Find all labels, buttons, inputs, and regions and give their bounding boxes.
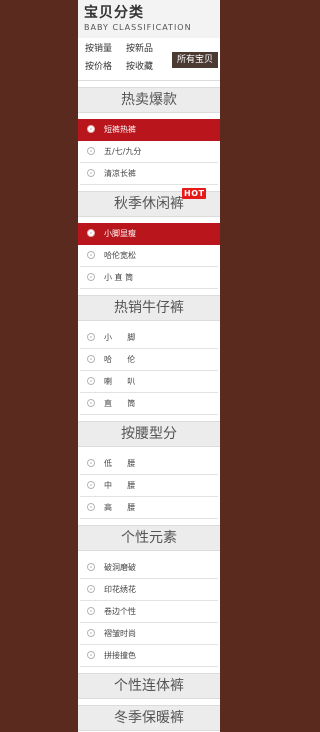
- category-header: 宝贝分类 BABY CLASSIFICATION: [78, 0, 220, 38]
- sort-options: 按销量 按新品 按价格 按收藏 所有宝贝: [78, 38, 220, 81]
- category-item-label: 中 腰: [104, 481, 136, 490]
- category-title: 宝贝分类: [84, 5, 144, 21]
- section-title: 个性连体裤: [114, 678, 184, 694]
- radio-icon: [87, 585, 95, 593]
- sort-by-price-link[interactable]: 按价格: [85, 62, 112, 73]
- radio-icon: [87, 651, 95, 659]
- section-jumpsuits[interactable]: 个性连体裤: [78, 673, 220, 699]
- section-waist-type[interactable]: 按腰型分: [78, 421, 220, 447]
- category-item-label: 短裤热裤: [104, 125, 136, 134]
- category-item-label: 哈伦宽松: [104, 251, 136, 260]
- radio-icon: [87, 503, 95, 511]
- category-item-slim[interactable]: 小脚显瘦: [78, 223, 220, 245]
- category-item-mid-waist[interactable]: 中 腰: [80, 475, 218, 497]
- category-item-label: 喇 叭: [104, 377, 136, 386]
- category-item-label: 拼接撞色: [104, 651, 136, 660]
- section-hot-sellers[interactable]: 热卖爆款: [78, 87, 220, 113]
- radio-icon: [87, 399, 95, 407]
- radio-icon: [87, 459, 95, 467]
- sort-by-favorites-link[interactable]: 按收藏: [126, 62, 153, 73]
- category-item-jeans-harem[interactable]: 哈 伦: [80, 349, 218, 371]
- category-item-harem[interactable]: 哈伦宽松: [80, 245, 218, 267]
- section-autumn-casual[interactable]: 秋季休闲裤 HOT: [78, 188, 220, 217]
- hot-badge: HOT: [182, 188, 207, 199]
- category-item-label: 褶皱时尚: [104, 629, 136, 638]
- category-item-label: 高 腰: [104, 503, 136, 512]
- category-item-label: 直 筒: [104, 399, 136, 408]
- section-title: 个性元素: [121, 530, 177, 546]
- category-item-label: 卷边个性: [104, 607, 136, 616]
- category-item-cuffed[interactable]: 卷边个性: [80, 601, 218, 623]
- category-item-label: 清凉长裤: [104, 169, 136, 178]
- radio-icon: [87, 333, 95, 341]
- category-item-pleated[interactable]: 褶皱时尚: [80, 623, 218, 645]
- all-items-button[interactable]: 所有宝贝: [172, 52, 218, 68]
- category-item-high-waist[interactable]: 高 腰: [80, 497, 218, 519]
- category-item-label: 印花绣花: [104, 585, 136, 594]
- section-title: 按腰型分: [121, 426, 177, 442]
- radio-icon: [87, 563, 95, 571]
- section-winter-warm[interactable]: 冬季保暖裤: [78, 705, 220, 731]
- category-item-shorts[interactable]: 短裤热裤: [78, 119, 220, 141]
- radio-icon: [87, 377, 95, 385]
- category-item-long-pants[interactable]: 清凉长裤: [80, 163, 218, 185]
- category-subtitle: BABY CLASSIFICATION: [84, 23, 192, 32]
- category-item-jeans-skinny[interactable]: 小 脚: [80, 327, 218, 349]
- sort-by-sales-link[interactable]: 按销量: [85, 44, 112, 55]
- category-item-label: 低 腰: [104, 459, 136, 468]
- category-item-jeans-straight[interactable]: 直 筒: [80, 393, 218, 415]
- category-item-cropped[interactable]: 五/七/九分: [80, 141, 218, 163]
- category-item-label: 哈 伦: [104, 355, 136, 364]
- section-style-elements[interactable]: 个性元素: [78, 525, 220, 551]
- radio-icon: [87, 355, 95, 363]
- radio-icon: [87, 273, 95, 281]
- category-item-patchwork[interactable]: 拼接撞色: [80, 645, 218, 667]
- category-item-label: 五/七/九分: [104, 147, 142, 156]
- category-item-printed[interactable]: 印花绣花: [80, 579, 218, 601]
- radio-icon: [87, 125, 95, 133]
- radio-icon: [87, 229, 95, 237]
- category-item-straight[interactable]: 小 直 筒: [80, 267, 218, 289]
- section-title: 冬季保暖裤: [114, 710, 184, 726]
- sort-by-new-link[interactable]: 按新品: [126, 44, 153, 55]
- category-item-jeans-flare[interactable]: 喇 叭: [80, 371, 218, 393]
- radio-icon: [87, 481, 95, 489]
- category-item-label: 小脚显瘦: [104, 229, 136, 238]
- category-item-label: 破洞磨破: [104, 563, 136, 572]
- section-title: 热销牛仔裤: [114, 300, 184, 316]
- radio-icon: [87, 629, 95, 637]
- section-jeans[interactable]: 热销牛仔裤: [78, 295, 220, 321]
- category-item-distressed[interactable]: 破洞磨破: [80, 557, 218, 579]
- category-panel: 宝贝分类 BABY CLASSIFICATION 按销量 按新品 按价格 按收藏…: [78, 0, 220, 732]
- section-title: 秋季休闲裤: [114, 196, 184, 212]
- section-title: 热卖爆款: [121, 92, 177, 108]
- radio-icon: [87, 169, 95, 177]
- category-item-label: 小 脚: [104, 333, 136, 342]
- category-item-label: 小 直 筒: [104, 273, 134, 282]
- radio-icon: [87, 607, 95, 615]
- radio-icon: [87, 147, 95, 155]
- radio-icon: [87, 251, 95, 259]
- category-item-low-waist[interactable]: 低 腰: [80, 453, 218, 475]
